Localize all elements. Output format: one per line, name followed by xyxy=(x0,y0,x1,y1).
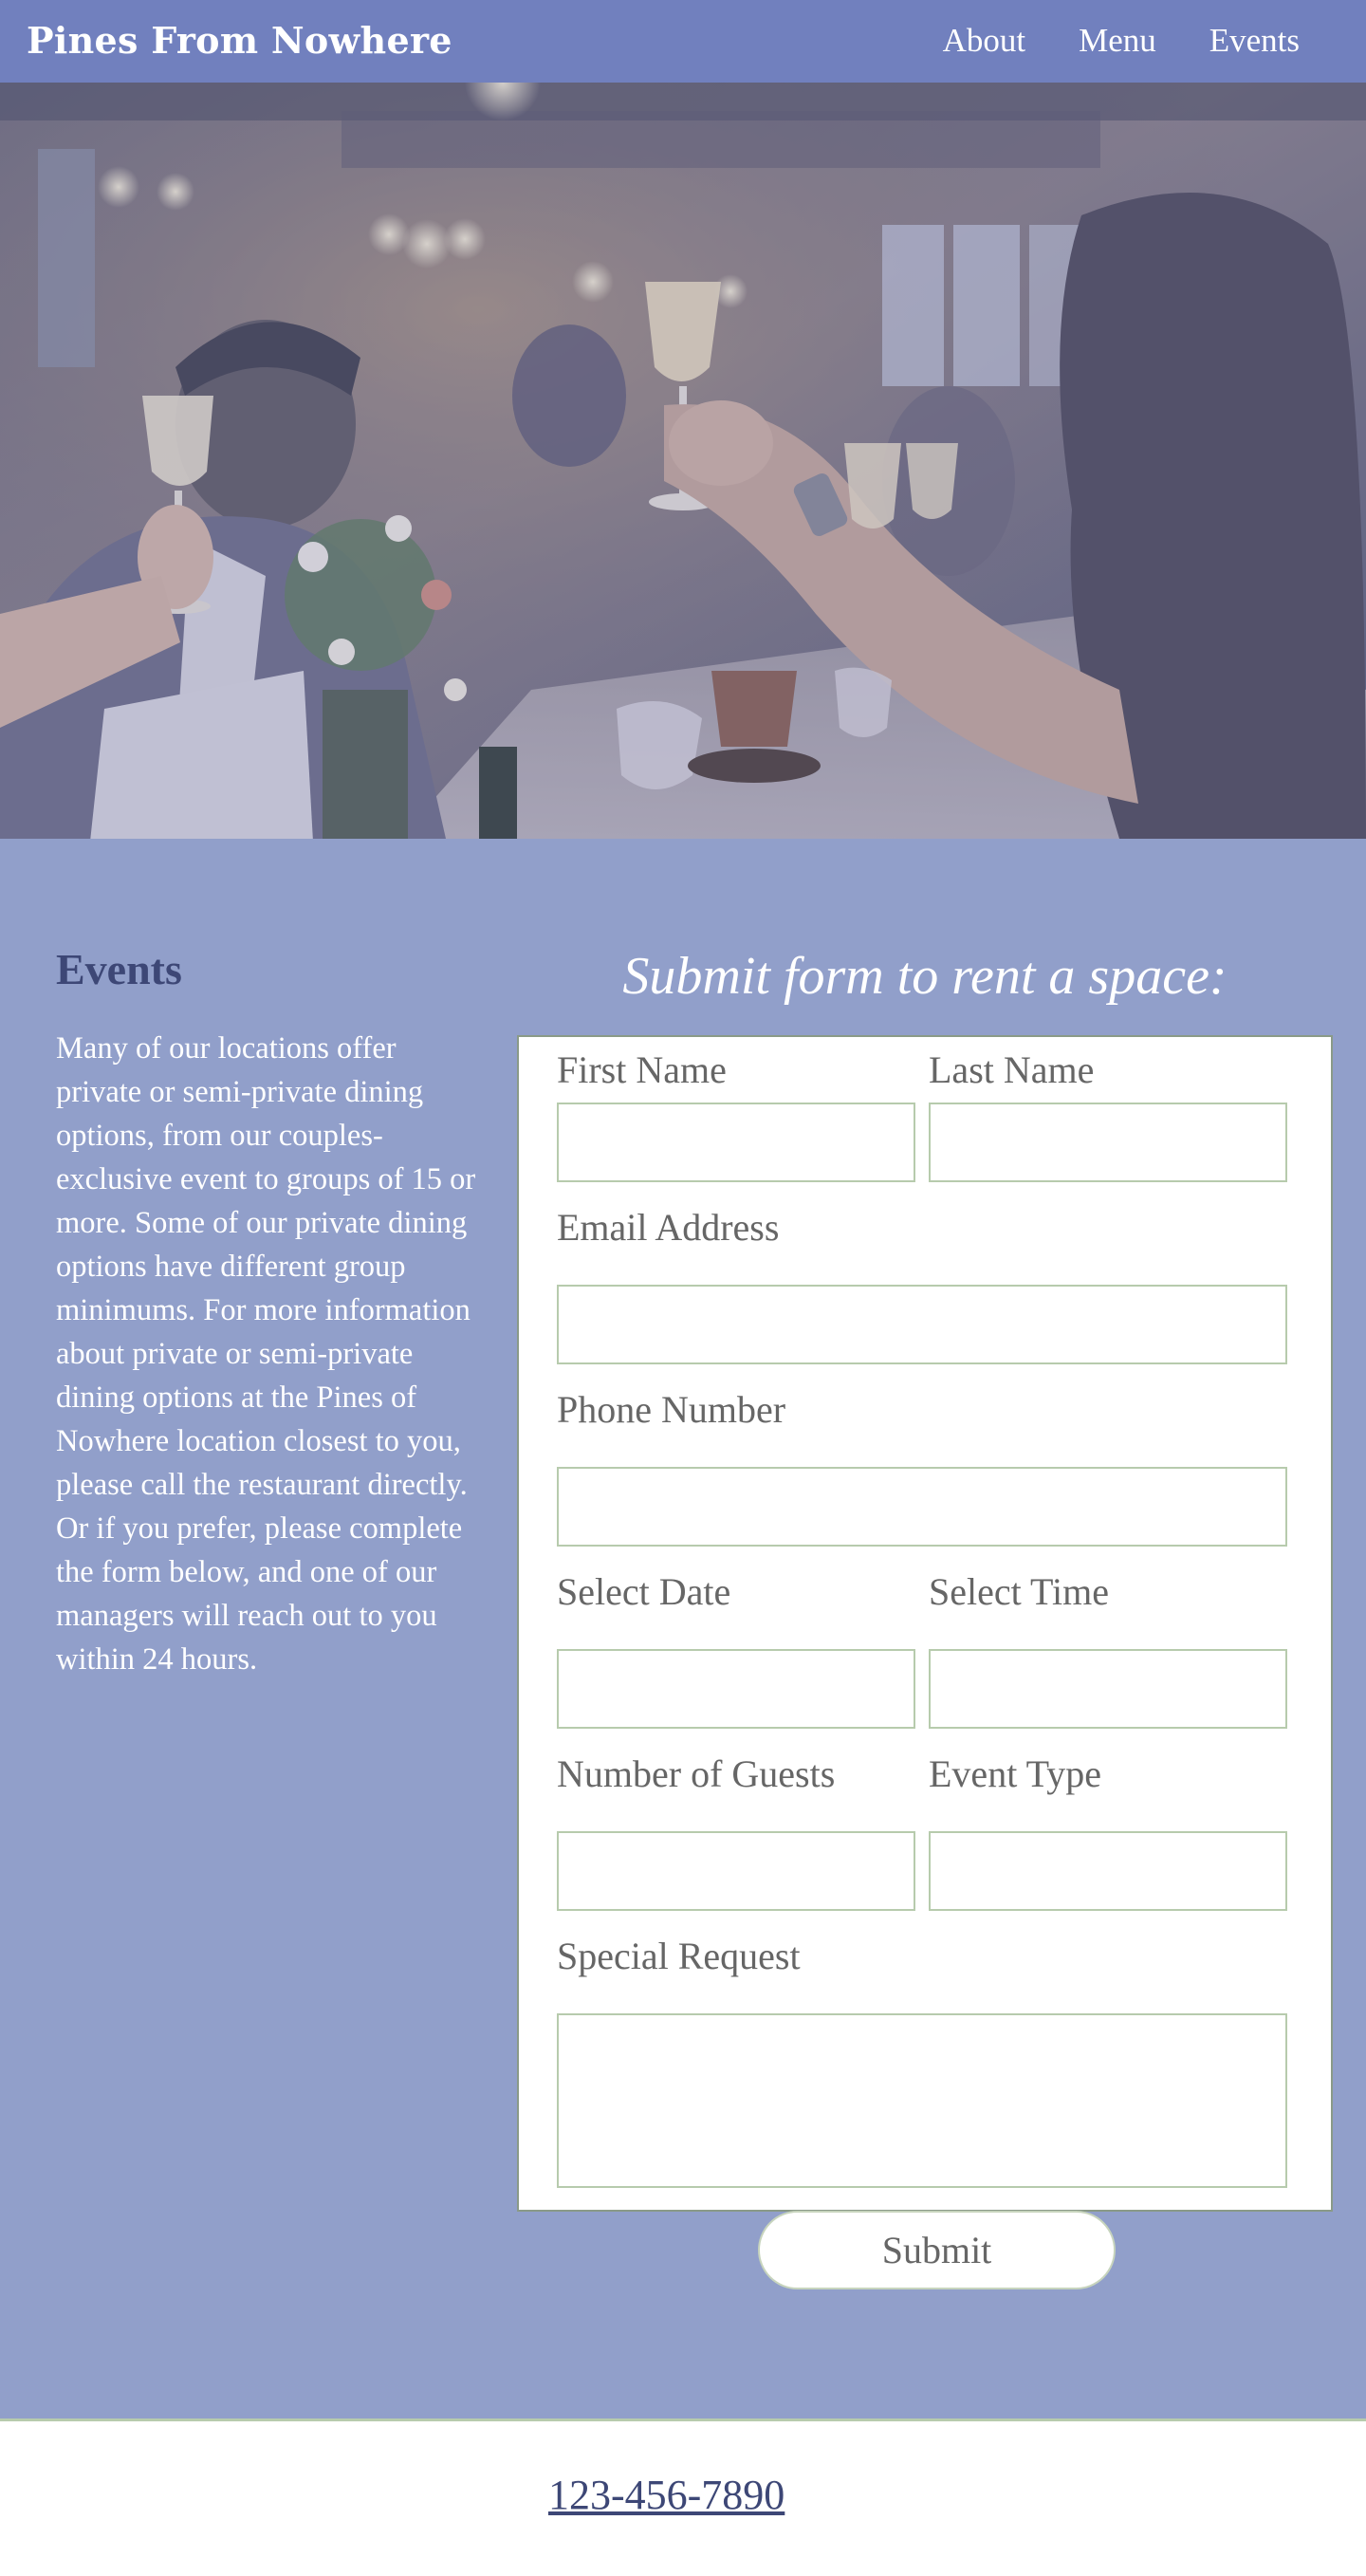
event-type-field[interactable] xyxy=(929,1831,1287,1911)
hero-image xyxy=(0,83,1366,839)
brand-logo[interactable]: Pines From Nowhere xyxy=(27,17,452,65)
email-field[interactable] xyxy=(557,1285,1287,1364)
first-name-label: First Name xyxy=(557,1048,727,1091)
special-request-field[interactable] xyxy=(557,2013,1287,2188)
special-request-label: Special Request xyxy=(557,1935,801,1977)
first-name-field[interactable] xyxy=(557,1103,915,1182)
guests-field[interactable] xyxy=(557,1831,915,1911)
site-footer: 123-456-7890 xyxy=(0,2421,1366,2576)
main-nav: About Menu Events xyxy=(943,17,1300,65)
events-title: Events xyxy=(56,945,182,993)
time-label: Select Time xyxy=(929,1570,1110,1613)
date-label: Select Date xyxy=(557,1570,731,1613)
event-type-label: Event Type xyxy=(929,1752,1101,1795)
last-name-field[interactable] xyxy=(929,1103,1287,1182)
submit-button[interactable]: Submit xyxy=(758,2211,1116,2289)
phone-field[interactable] xyxy=(557,1467,1287,1547)
email-label: Email Address xyxy=(557,1206,780,1249)
footer-phone-link[interactable]: 123-456-7890 xyxy=(548,2471,785,2520)
events-section: Events Many of our locations offer priva… xyxy=(0,839,1366,2418)
nav-menu[interactable]: Menu xyxy=(1079,17,1156,65)
date-field[interactable] xyxy=(557,1649,915,1729)
hero-photo xyxy=(0,83,1366,839)
last-name-label: Last Name xyxy=(929,1048,1095,1091)
site-header: Pines From Nowhere About Menu Events xyxy=(0,0,1366,83)
events-description: Many of our locations offer private or s… xyxy=(56,1031,476,1677)
nav-about[interactable]: About xyxy=(943,17,1026,65)
phone-label: Phone Number xyxy=(557,1388,786,1431)
time-field[interactable] xyxy=(929,1649,1287,1729)
form-heading: Submit form to rent a space: xyxy=(622,947,1228,1006)
guests-label: Number of Guests xyxy=(557,1752,836,1795)
rental-form: First Name Last Name Email Address Phone… xyxy=(517,1035,1333,2289)
nav-events[interactable]: Events xyxy=(1209,17,1300,65)
